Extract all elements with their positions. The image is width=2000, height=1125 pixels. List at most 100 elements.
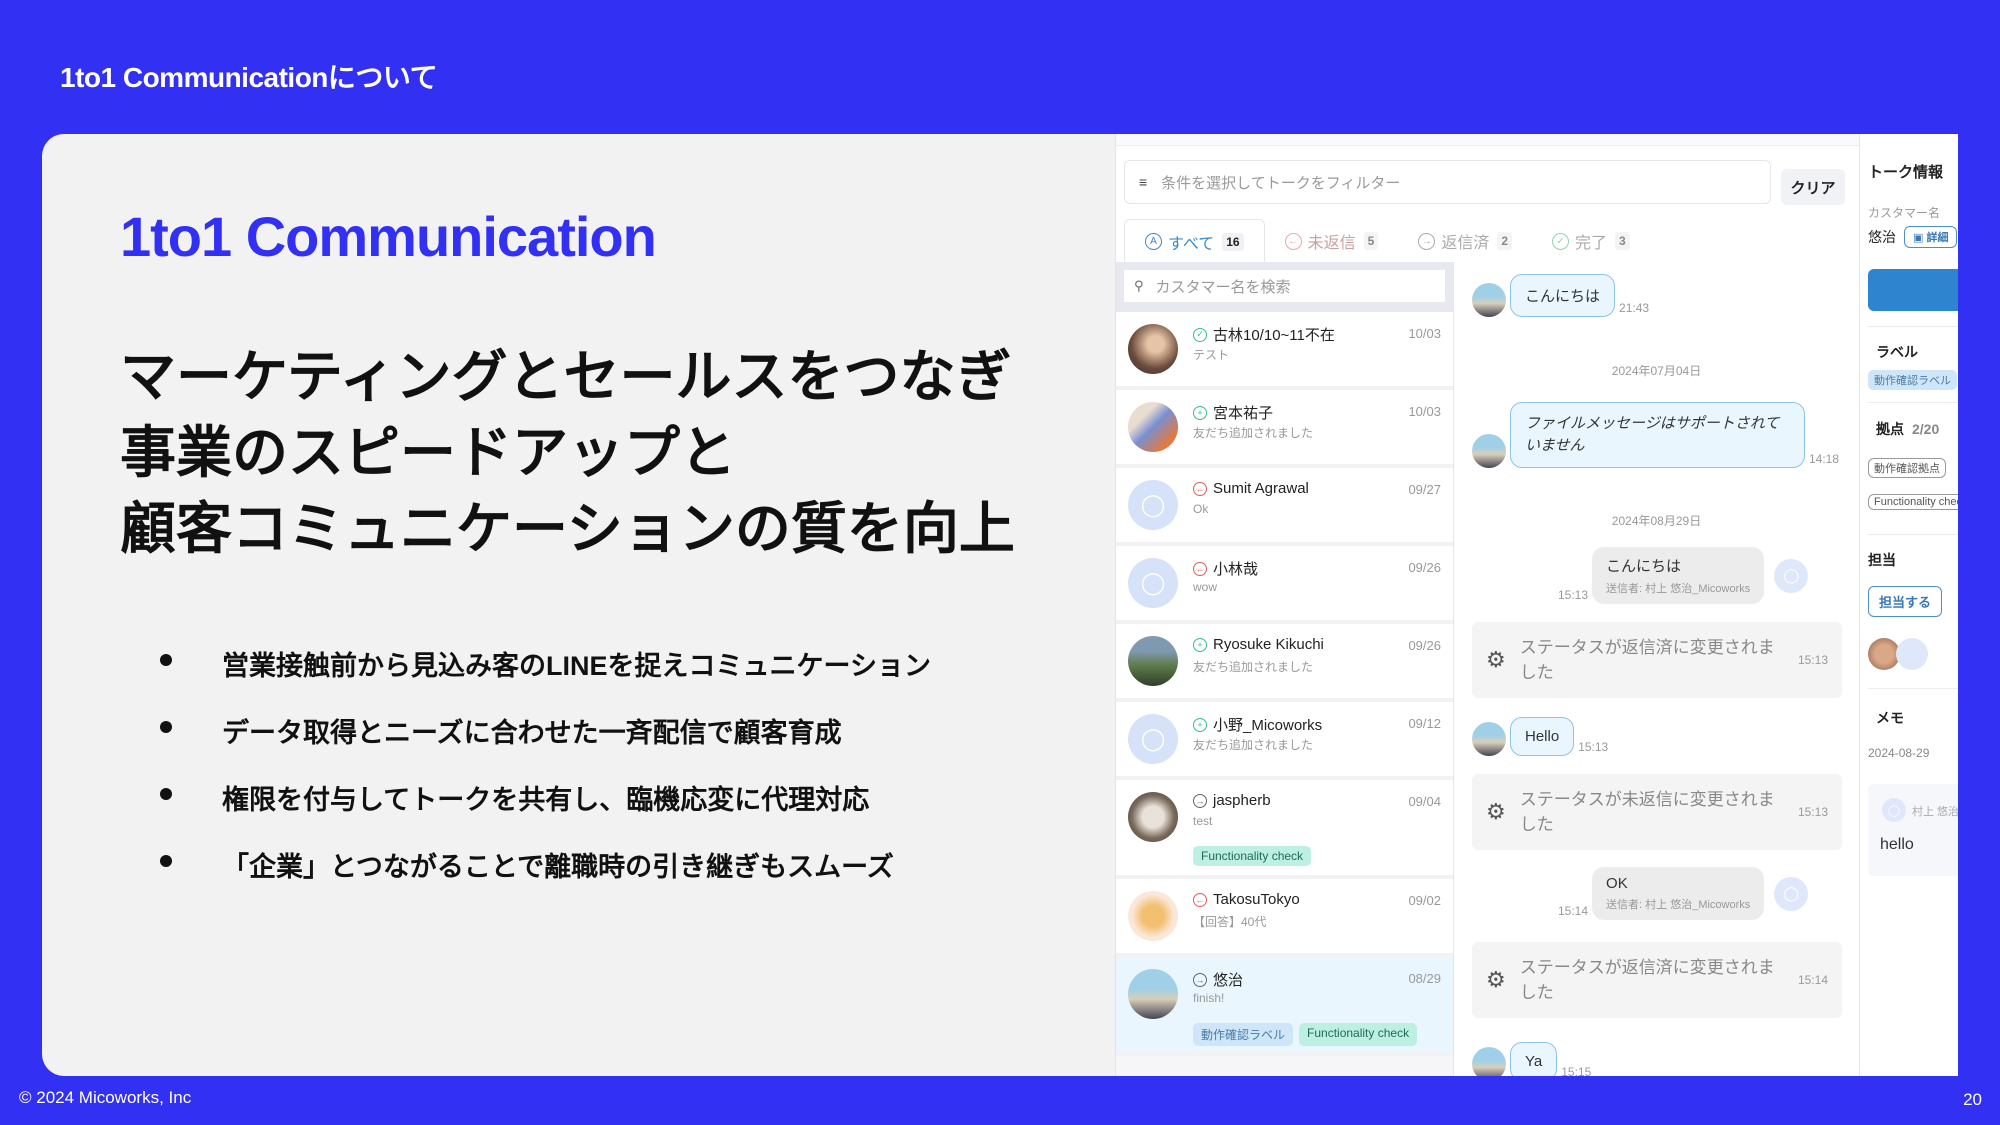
arrow-right-circle-icon: → <box>1193 972 1207 987</box>
talk-date: 09/26 <box>1408 560 1441 575</box>
bullet-item: 営業接触前から見込み客のLINEを捉えコミュニケーション <box>160 644 931 711</box>
talk-name: ← Sumit Agrawal <box>1193 480 1309 497</box>
user-placeholder-icon: ◯ <box>1882 798 1906 822</box>
filter-icon: ≡ <box>1139 174 1148 190</box>
bullet-dot-icon <box>160 721 172 733</box>
label-tag: Functionality check <box>1299 1023 1418 1046</box>
talk-preview: 友だち追加されました <box>1193 738 1314 752</box>
talk-list-item[interactable]: → jaspherb 09/04 test Functionality check <box>1116 780 1453 879</box>
talk-list-item[interactable]: + Ryosuke Kikuchi 09/26 友だち追加されました <box>1116 624 1453 702</box>
bullet-item: 権限を付与してトークを共有し、臨機応変に代理対応 <box>160 778 931 845</box>
memo-heading: メモ <box>1876 710 1904 726</box>
tab-count: 3 <box>1615 232 1630 250</box>
talk-date: 09/27 <box>1408 482 1441 497</box>
user-placeholder-icon: ◯ <box>1774 876 1809 911</box>
arrow-right-circle-icon: → <box>1193 793 1207 808</box>
location-heading: 拠点 2/20 <box>1876 421 1940 437</box>
customer-avatar <box>1128 636 1178 686</box>
talk-name: + 小野_Micoworks <box>1193 714 1322 735</box>
talk-date: 09/26 <box>1408 638 1441 653</box>
talk-name: + 宮本祐子 <box>1193 402 1273 423</box>
plus-circle-icon: + <box>1193 405 1207 420</box>
tab-count: 2 <box>1497 232 1513 250</box>
customer-avatar <box>1472 1047 1506 1076</box>
incoming-message: こんにちは 21:43 <box>1472 274 1649 317</box>
app-top-strip <box>1116 134 1958 146</box>
customer-avatar <box>1128 969 1178 1019</box>
incoming-message: ファイルメッセージはサポートされていません 14:18 <box>1472 402 1839 468</box>
clear-button[interactable]: クリア <box>1781 169 1845 205</box>
slide-card: 1to1 Communication マーケティングとセールスをつなぎ 事業のス… <box>42 134 1958 1076</box>
tab-unreplied[interactable]: ← 未返信 5 <box>1265 219 1399 263</box>
tab-replied[interactable]: → 返信済 2 <box>1398 219 1532 263</box>
plus-circle-icon: + <box>1193 717 1207 732</box>
customer-search-input[interactable]: ⚲ カスタマー名を検索 <box>1124 270 1445 302</box>
user-placeholder-icon: ◯ <box>1774 558 1809 593</box>
assignee-heading: 担当 <box>1868 552 1896 568</box>
talk-list-item[interactable]: ◯ ← 小林哉 09/26 wow <box>1116 546 1453 624</box>
date-separator: 2024年08月29日 <box>1611 514 1702 528</box>
talk-list-item[interactable]: ✓ 古林10/10~11不在 10/03 テスト <box>1116 312 1453 390</box>
label-chip[interactable]: 動作確認ラベル <box>1868 370 1957 390</box>
plus-circle-icon: + <box>1193 637 1207 652</box>
tab-count: 16 <box>1222 232 1244 251</box>
talk-date: 10/03 <box>1408 326 1441 341</box>
location-chip[interactable]: Functionality check <box>1868 494 1958 510</box>
talk-info-panel: トーク情報 カスタマー名 悠治 ▣ 詳細 ラベル 動作確認ラベル 拠点 2/20 … <box>1859 134 1958 1076</box>
page-number: 20 <box>1963 1090 1982 1109</box>
talk-list-item[interactable]: + 宮本祐子 10/03 友だち追加されました <box>1116 390 1453 468</box>
gear-icon: ⚙ <box>1486 647 1506 672</box>
talk-name: ← 小林哉 <box>1193 558 1258 579</box>
incoming-message: Ya 15:15 <box>1472 1042 1591 1076</box>
filter-input[interactable]: ≡ 条件を選択してトークをフィルター <box>1124 160 1771 204</box>
customer-avatar <box>1128 792 1178 842</box>
tab-count: 5 <box>1363 232 1379 250</box>
arrow-left-circle-icon: ← <box>1284 232 1302 250</box>
main-title: 1to1 Communication <box>120 205 657 268</box>
user-placeholder-icon: ◯ <box>1128 480 1178 530</box>
talk-date: 08/29 <box>1408 971 1441 986</box>
customer-avatar <box>1472 722 1506 756</box>
talk-preview: test <box>1193 814 1213 828</box>
headline-line: 顧客コミュニケーションの質を向上 <box>120 497 1015 560</box>
user-placeholder-icon: ◯ <box>1128 558 1178 608</box>
talk-list-item[interactable]: ◯ ← Sumit Agrawal 09/27 Ok <box>1116 468 1453 546</box>
slide-header: 1to1 Communicationについて <box>60 62 438 93</box>
talk-list-item[interactable]: ◯ + 小野_Micoworks 09/12 友だち追加されました <box>1116 702 1453 780</box>
talk-preview: Ok <box>1193 502 1209 516</box>
primary-action-button[interactable] <box>1868 269 1958 311</box>
talk-name: → 悠治 <box>1193 969 1243 990</box>
talk-date: 09/12 <box>1408 716 1441 731</box>
talk-date: 09/02 <box>1408 893 1441 908</box>
feature-bullets: 営業接触前から見込み客のLINEを捉えコミュニケーション データ取得とニーズに合… <box>160 644 931 912</box>
label-heading: ラベル <box>1876 344 1918 360</box>
talk-list-item[interactable]: → 悠治 08/29 finish! 動作確認ラベル Functionality chec… <box>1116 957 1453 1056</box>
system-message: ⚙ ステータスが未返信に変更されました 15:13 <box>1472 774 1842 850</box>
bullet-dot-icon <box>160 855 172 867</box>
incoming-message: Hello 15:13 <box>1472 717 1608 756</box>
talk-name: ✓ 古林10/10~11不在 <box>1193 324 1335 345</box>
app-screenshot: ≡ 条件を選択してトークをフィルター クリア A すべて 16 ← 未返信 5 … <box>1115 134 1958 1076</box>
customer-avatar <box>1128 324 1178 374</box>
talk-preview: 友だち追加されました <box>1193 660 1314 674</box>
all-icon: A <box>1145 233 1162 250</box>
tab-all[interactable]: A すべて 16 <box>1124 219 1265 263</box>
memo-date: 2024-08-29 <box>1868 746 1930 760</box>
talk-preview: wow <box>1193 580 1218 594</box>
detail-button[interactable]: ▣ 詳細 <box>1904 226 1958 248</box>
customer-name: 悠治 <box>1868 229 1896 245</box>
search-icon: ⚲ <box>1134 278 1144 293</box>
footer-copyright: © 2024 Micoworks, Inc <box>19 1088 192 1107</box>
check-circle-icon: ✓ <box>1193 327 1207 342</box>
memo-card: ◯ 村上 悠治 hello <box>1868 784 1958 876</box>
tab-done[interactable]: ✓ 完了 3 <box>1532 219 1650 263</box>
talk-preview: finish! <box>1193 991 1225 1005</box>
talk-name: ← TakosuTokyo <box>1193 891 1300 908</box>
assign-button[interactable]: 担当する <box>1868 586 1943 617</box>
talk-name: → jaspherb <box>1193 792 1271 809</box>
location-chip[interactable]: 動作確認拠点 <box>1868 458 1946 478</box>
talk-preview: テスト <box>1193 348 1230 362</box>
talk-list-item[interactable]: ← TakosuTokyo 09/02 【回答】40代 <box>1116 879 1453 957</box>
headline-line: マーケティングとセールスをつなぎ <box>120 345 1012 408</box>
customer-avatar <box>1128 891 1178 941</box>
